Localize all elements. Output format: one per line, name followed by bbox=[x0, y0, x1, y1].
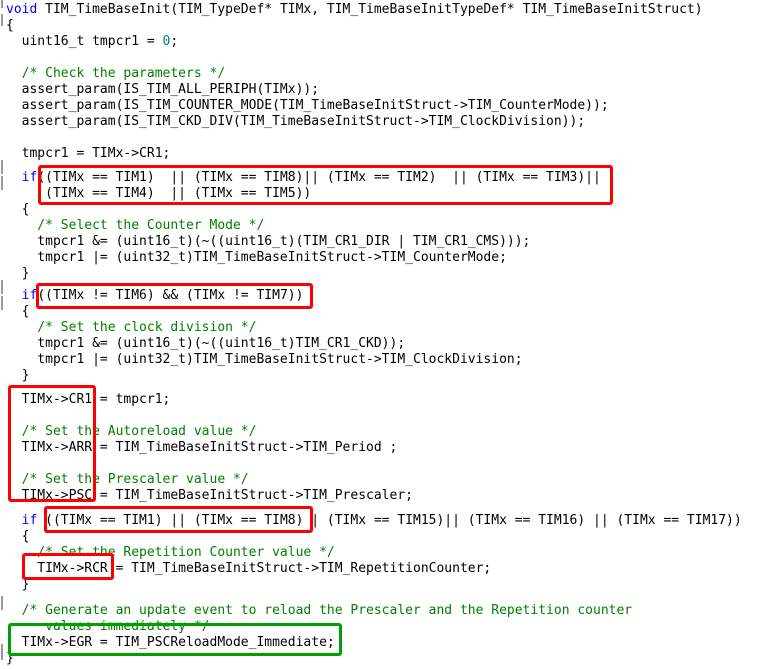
code-line: values immediately */ bbox=[6, 619, 210, 635]
code-token-plain: TIMx->ARR = TIM_TimeBaseInitStruct->TIM_… bbox=[6, 440, 398, 455]
code-line: { bbox=[6, 529, 30, 545]
code-token-kw: if bbox=[21, 170, 38, 185]
code-token-plain: tmpcr1 = TIMx->CR1; bbox=[6, 146, 171, 161]
code-line: { bbox=[6, 202, 30, 218]
code-token-plain: tmpcr1 &= (uint16_t)(~((uint16_t)(TIM_CR… bbox=[6, 234, 531, 249]
code-token-plain: ((TIMx != TIM6) && (TIMx != TIM7)) bbox=[37, 288, 304, 303]
code-token-plain: TIMx->CR1 = tmpcr1; bbox=[6, 392, 171, 407]
code-token-cmt: /* Set the clock division */ bbox=[6, 320, 257, 335]
code-token-plain: tmpcr1 |= (uint32_t)TIM_TimeBaseInitStru… bbox=[6, 352, 523, 367]
code-line: tmpcr1 = TIMx->CR1; bbox=[6, 146, 171, 162]
code-token-cmt: /* Check the parameters */ bbox=[6, 66, 226, 81]
code-token-plain: ((TIMx == TIM1) || (TIMx == TIM8)|| (TIM… bbox=[37, 170, 601, 185]
code-token-plain: TIMx->RCR = TIM_TimeBaseInitStruct->TIM_… bbox=[6, 561, 492, 576]
code-line: /* Check the parameters */ bbox=[6, 66, 226, 82]
code-token-cmt: /* Set the Repetition Counter value */ bbox=[6, 545, 335, 560]
code-token-kw: if bbox=[21, 288, 38, 303]
code-line: /* Set the clock division */ bbox=[6, 320, 256, 336]
code-token-kw: if bbox=[21, 513, 38, 528]
code-line: tmpcr1 &= (uint16_t)(~((uint16_t)TIM_CR1… bbox=[6, 336, 405, 352]
code-line: if((TIMx != TIM6) && (TIMx != TIM7)) bbox=[6, 288, 304, 304]
code-token-plain: { bbox=[6, 304, 30, 319]
code-line: { bbox=[6, 304, 30, 320]
code-line: /* Set the Autoreload value */ bbox=[6, 424, 257, 440]
code-line: /* Generate an update event to reload th… bbox=[6, 603, 633, 619]
code-token-kw: void bbox=[6, 2, 46, 17]
code-token-plain: } bbox=[6, 577, 30, 592]
code-line: uint16_t tmpcr1 = 0; bbox=[6, 34, 179, 50]
code-token-plain: tmpcr1 &= (uint16_t)(~((uint16_t)TIM_CR1… bbox=[6, 336, 406, 351]
code-line: TIMx->EGR = TIM_PSCReloadMode_Immediate; bbox=[6, 635, 335, 651]
code-token-plain: { bbox=[6, 202, 30, 217]
code-line: assert_param(IS_TIM_CKD_DIV(TIM_TimeBase… bbox=[6, 114, 586, 130]
code-line: (TIMx == TIM4) || (TIMx == TIM5)) bbox=[6, 186, 311, 202]
code-token-cmt: /* Set the Prescaler value */ bbox=[6, 472, 249, 487]
code-line: } bbox=[6, 368, 30, 384]
code-screenshot-root: void TIM_TimeBaseInit(TIM_TypeDef* TIMx,… bbox=[0, 0, 770, 669]
code-line: tmpcr1 |= (uint32_t)TIM_TimeBaseInitStru… bbox=[6, 352, 523, 368]
code-line: if ((TIMx == TIM1) || (TIMx == TIM8) | (… bbox=[6, 513, 742, 529]
code-token-plain: ; bbox=[170, 34, 179, 49]
code-token-plain: TIMx->EGR = TIM_PSCReloadMode_Immediate; bbox=[6, 635, 335, 650]
code-token-plain: assert_param(IS_TIM_COUNTER_MODE(TIM_Tim… bbox=[6, 98, 609, 113]
code-token-plain: { bbox=[6, 529, 30, 544]
code-token-plain: assert_param(IS_TIM_CKD_DIV(TIM_TimeBase… bbox=[6, 114, 586, 129]
code-line: tmpcr1 |= (uint32_t)TIM_TimeBaseInitStru… bbox=[6, 250, 507, 266]
code-line: } bbox=[6, 577, 30, 593]
code-token-plain: tmpcr1 |= (uint32_t)TIM_TimeBaseInitStru… bbox=[6, 250, 507, 265]
code-token-cmt: /* Select the Counter Mode */ bbox=[6, 218, 265, 233]
code-token-plain: } bbox=[6, 368, 30, 383]
code-line: assert_param(IS_TIM_COUNTER_MODE(TIM_Tim… bbox=[6, 98, 609, 114]
code-token-plain: } bbox=[6, 266, 30, 281]
code-token-cmt: /* Set the Autoreload value */ bbox=[6, 424, 257, 439]
code-line: tmpcr1 &= (uint16_t)(~((uint16_t)(TIM_CR… bbox=[6, 234, 530, 250]
code-line: assert_param(IS_TIM_ALL_PERIPH(TIMx)); bbox=[6, 82, 319, 98]
code-line: TIMx->ARR = TIM_TimeBaseInitStruct->TIM_… bbox=[6, 440, 398, 456]
code-line: TIMx->CR1 = tmpcr1; bbox=[6, 392, 171, 408]
code-token-plain: uint16_t tmpcr1 = bbox=[6, 34, 163, 49]
code-text-area[interactable]: void TIM_TimeBaseInit(TIM_TypeDef* TIMx,… bbox=[0, 0, 770, 669]
code-line: } bbox=[6, 651, 14, 667]
code-token-plain: (TIMx == TIM4) || (TIMx == TIM5)) bbox=[6, 186, 312, 201]
code-line: TIMx->PSC = TIM_TimeBaseInitStruct->TIM_… bbox=[6, 488, 413, 504]
code-line: /* Select the Counter Mode */ bbox=[6, 218, 264, 234]
code-token-plain: { bbox=[6, 18, 14, 33]
code-line: if((TIMx == TIM1) || (TIMx == TIM8)|| (T… bbox=[6, 170, 601, 186]
code-token-cmt: /* Generate an update event to reload th… bbox=[6, 603, 633, 618]
code-line: void TIM_TimeBaseInit(TIM_TypeDef* TIMx,… bbox=[6, 2, 703, 18]
code-line: } bbox=[6, 266, 30, 282]
code-token-plain: TIM_TimeBaseInit(TIM_TypeDef* TIMx, TIM_… bbox=[45, 2, 703, 17]
code-token-plain: } bbox=[6, 651, 14, 666]
code-token-plain: ((TIMx == TIM1) || (TIMx == TIM8) | (TIM… bbox=[37, 513, 742, 528]
code-token-cmt: values immediately */ bbox=[6, 619, 210, 634]
code-token-plain: TIMx->PSC = TIM_TimeBaseInitStruct->TIM_… bbox=[6, 488, 413, 503]
code-token-plain: assert_param(IS_TIM_ALL_PERIPH(TIMx)); bbox=[6, 82, 320, 97]
code-line: /* Set the Prescaler value */ bbox=[6, 472, 249, 488]
code-line: /* Set the Repetition Counter value */ bbox=[6, 545, 335, 561]
code-line: { bbox=[6, 18, 14, 34]
code-line: TIMx->RCR = TIM_TimeBaseInitStruct->TIM_… bbox=[6, 561, 491, 577]
